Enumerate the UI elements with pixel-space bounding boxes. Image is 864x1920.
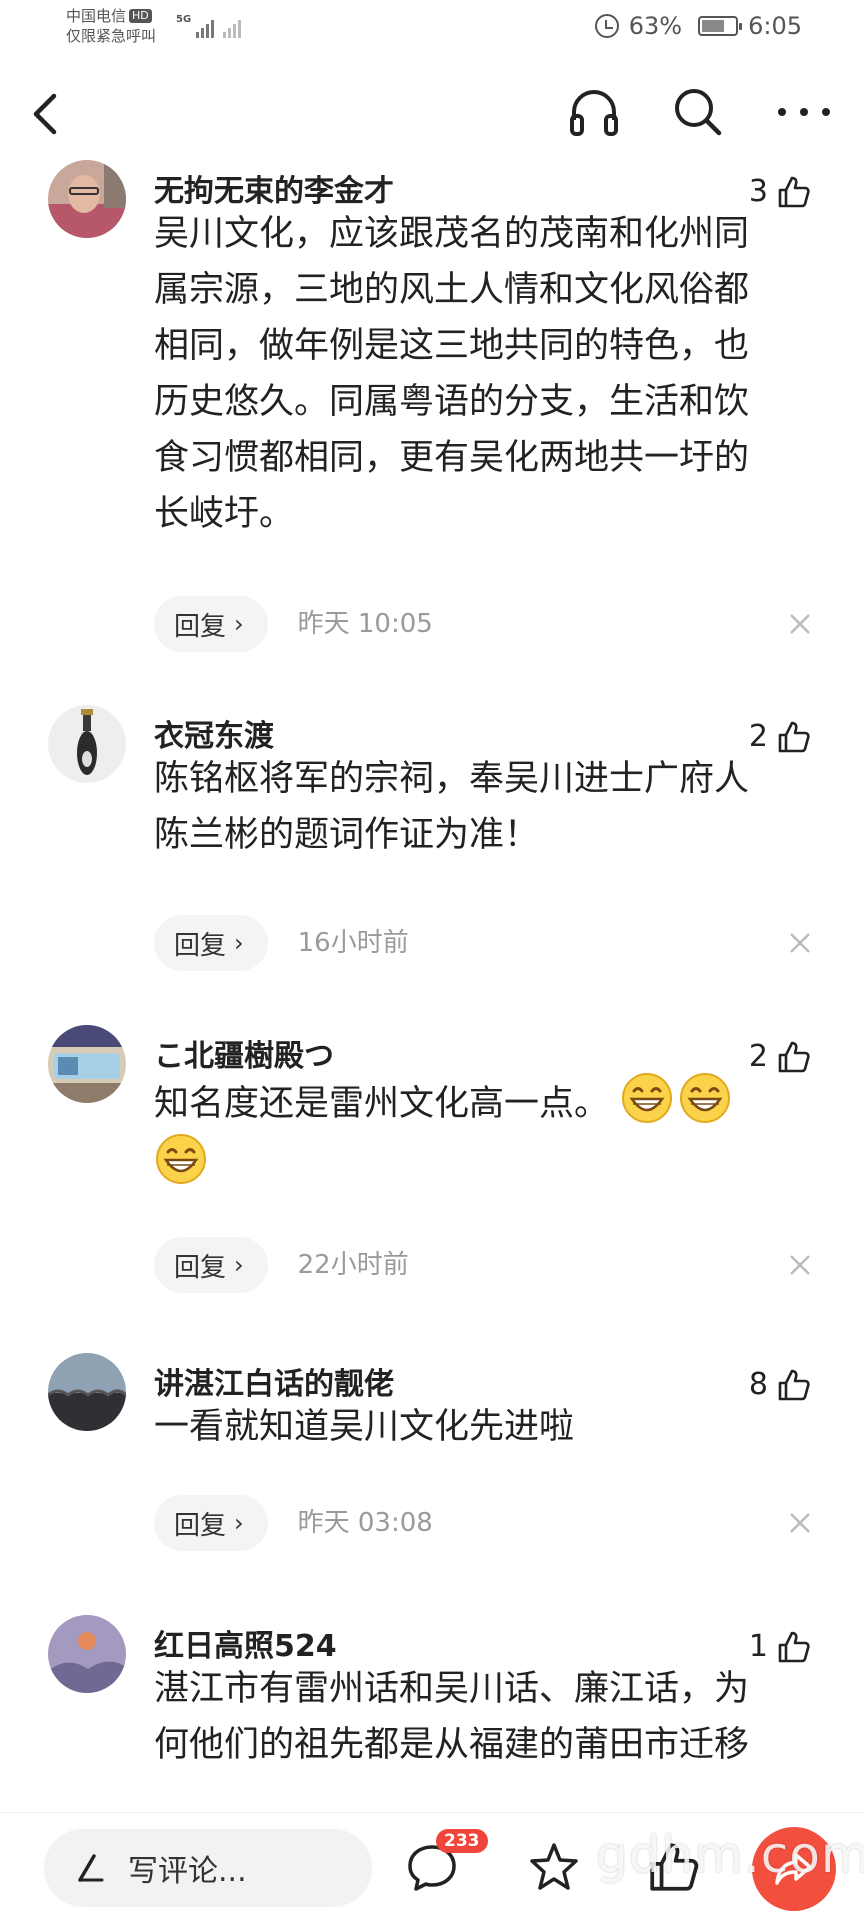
- chevron-right-icon: ›: [234, 929, 244, 957]
- comment-text: 吴川文化，应该跟茂名的茂南和化州同 属宗源，三地的风土人情和文化风俗都 相同，做…: [154, 206, 814, 542]
- reply-button[interactable]: 回复 ›: [154, 1495, 268, 1551]
- headphones-icon: [570, 90, 618, 136]
- comment-line: 长岐圩。: [154, 494, 295, 534]
- comment-line: 属宗源，三地的风土人情和文化风俗都: [154, 270, 750, 310]
- comment-text: 湛江市有雷州话和吴川话、廉江话，为 何他们的祖先都是从福建的莆田市迁移: [154, 1661, 814, 1773]
- close-icon[interactable]: [786, 610, 814, 638]
- reply-label: 回复: [174, 930, 227, 961]
- comment-time: 16小时前: [297, 928, 409, 958]
- comment-line: 知名度还是雷州文化高一点。: [154, 1084, 610, 1124]
- comment-actions: 回复 › 16小时前: [154, 915, 409, 971]
- reply-button[interactable]: 回复 ›: [154, 915, 268, 971]
- chevron-left-icon: [33, 93, 57, 135]
- search-button[interactable]: [670, 84, 726, 140]
- avatar[interactable]: [48, 160, 126, 238]
- reply-label: 回复: [174, 1252, 227, 1283]
- thumbs-up-icon: [778, 1631, 810, 1663]
- chevron-right-icon: ›: [234, 1251, 244, 1279]
- alarm-icon: [594, 14, 619, 38]
- close-icon[interactable]: [786, 1251, 814, 1279]
- write-comment-input[interactable]: 写评论...: [44, 1829, 372, 1907]
- grin-emoji-icon: [156, 1134, 206, 1184]
- write-comment-placeholder: 写评论...: [128, 1854, 247, 1889]
- top-nav: [0, 64, 864, 164]
- comment-line: 陈铭枢将军的宗祠，奉吴川进士广府人: [154, 759, 750, 799]
- clock: 6:05: [748, 12, 802, 40]
- comment-line: 食习惯都相同，更有吴化两地共一圩的: [154, 438, 750, 478]
- comment-line: 湛江市有雷州话和吴川话、廉江话，为: [154, 1669, 750, 1709]
- comment-time: 昨天 10:05: [297, 609, 433, 639]
- more-horizontal-icon: [778, 108, 830, 116]
- comment-text: 陈铭枢将军的宗祠，奉吴川进士广府人 陈兰彬的题词作证为准！: [154, 751, 814, 863]
- comment-actions: 回复 › 昨天 10:05: [154, 596, 433, 652]
- comment-line: 何他们的祖先都是从福建的莆田市迁移: [154, 1725, 750, 1765]
- battery-icon: [698, 16, 743, 36]
- chevron-right-icon: ›: [234, 1509, 244, 1537]
- search-icon: [675, 89, 722, 136]
- chevron-right-icon: ›: [234, 610, 244, 638]
- grin-emoji-icon: [680, 1073, 731, 1123]
- comment-line: 吴川文化，应该跟茂名的茂南和化州同: [154, 214, 750, 254]
- avatar[interactable]: [48, 1615, 126, 1693]
- comment-line: 一看就知道吴川文化先进啦: [154, 1407, 575, 1447]
- avatar[interactable]: [48, 1025, 126, 1103]
- close-icon[interactable]: [786, 929, 814, 957]
- comment-time: 22小时前: [297, 1250, 409, 1280]
- network-type: 5G: [176, 14, 192, 25]
- carrier-status: 仅限紧急呼叫: [66, 27, 157, 45]
- comment-line: 历史悠久。同属粤语的分支，生活和饮: [154, 382, 750, 422]
- reply-button[interactable]: 回复 ›: [154, 596, 268, 652]
- thumbs-up-icon: [778, 1041, 810, 1073]
- reply-label: 回复: [174, 1510, 227, 1541]
- avatar[interactable]: [48, 705, 126, 783]
- comment-time: 昨天 03:08: [297, 1508, 433, 1538]
- comment-line-2: [154, 1132, 814, 1193]
- carrier-name: 中国电信: [66, 7, 127, 25]
- pen-icon: [78, 1854, 104, 1882]
- thumbs-up-icon: [778, 721, 810, 753]
- status-bar: 中国电信 HD 仅限紧急呼叫 5G 63% 6:05: [0, 0, 864, 64]
- comment-actions: 回复 › 昨天 03:08: [154, 1495, 433, 1551]
- comment-line-1: 知名度还是雷州文化高一点。: [154, 1071, 814, 1132]
- reply-label: 回复: [174, 611, 227, 642]
- close-icon[interactable]: [786, 1509, 814, 1537]
- comment-line: 相同，做年例是这三地共同的特色，也: [154, 326, 750, 366]
- reply-button[interactable]: 回复 ›: [154, 1237, 268, 1293]
- watermark: gdhm.com: [596, 1826, 864, 1884]
- grin-emoji-icon: [622, 1073, 673, 1123]
- battery-percent: 63%: [628, 12, 683, 40]
- status-right: 63% 6:05: [594, 12, 802, 40]
- signal-icon: 5G: [176, 14, 242, 38]
- thumbs-up-icon: [778, 1369, 810, 1401]
- thumbs-up-icon: [778, 176, 810, 208]
- comment-text: 一看就知道吴川文化先进啦: [154, 1399, 814, 1455]
- avatar[interactable]: [48, 1353, 126, 1431]
- carrier-info: 中国电信 HD 仅限紧急呼叫: [66, 6, 156, 46]
- hd-badge: HD: [129, 9, 152, 23]
- comment-text: 知名度还是雷州文化高一点。: [154, 1071, 814, 1193]
- star-icon: [530, 1843, 578, 1890]
- comment-count-badge: 233: [436, 1829, 488, 1853]
- comment-actions: 回复 › 22小时前: [154, 1237, 409, 1293]
- back-button[interactable]: [28, 86, 68, 142]
- listen-button[interactable]: [566, 84, 622, 140]
- more-button[interactable]: [774, 84, 834, 140]
- favorite-button[interactable]: [526, 1839, 582, 1895]
- comment-line: 陈兰彬的题词作证为准！: [154, 815, 540, 855]
